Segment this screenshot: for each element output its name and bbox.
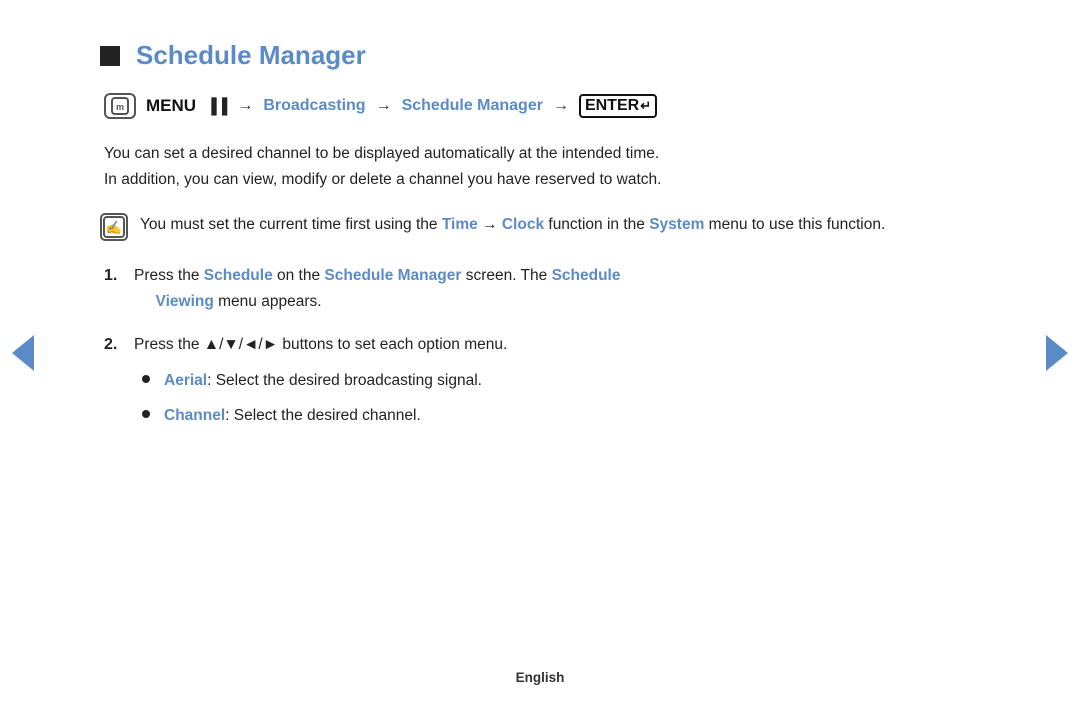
menu-icon: m (104, 93, 136, 119)
link-channel: Channel (164, 407, 225, 424)
breadcrumb-schedule-manager: Schedule Manager (402, 97, 543, 115)
title-icon (100, 46, 120, 66)
link-schedule: Schedule (204, 267, 273, 284)
note-icon: ✍ (100, 213, 128, 241)
step-1-content: Press the Schedule on the Schedule Manag… (134, 263, 1000, 314)
menu-symbol: ▐▐ (206, 98, 227, 115)
link-time: Time (442, 216, 478, 233)
step-1-number: 1. (104, 263, 134, 289)
enter-key: ENTER (579, 94, 657, 118)
bullet-aerial-text: Aerial: Select the desired broadcasting … (164, 368, 482, 394)
note-text: You must set the current time first usin… (140, 212, 885, 238)
bullet-dot-aerial (142, 375, 150, 383)
bullet-channel-text: Channel: Select the desired channel. (164, 403, 421, 429)
link-aerial: Aerial (164, 372, 207, 389)
svg-text:✍: ✍ (106, 220, 122, 235)
link-clock: Clock (502, 216, 544, 233)
title-row: Schedule Manager (100, 40, 1000, 71)
breadcrumb-broadcasting: Broadcasting (263, 97, 365, 115)
footer: English (0, 670, 1080, 685)
svg-text:m: m (116, 102, 124, 112)
description: You can set a desired channel to be disp… (100, 141, 1000, 192)
step-2-number: 2. (104, 332, 134, 358)
steps-list: 1. Press the Schedule on the Schedule Ma… (100, 263, 1000, 439)
menu-label: MENU (146, 96, 196, 116)
step-2: 2. Press the ▲/▼/◄/► buttons to set each… (104, 332, 1000, 439)
link-schedule-manager: Schedule Manager (324, 267, 461, 284)
bullet-aerial: Aerial: Select the desired broadcasting … (142, 368, 1000, 394)
page-title: Schedule Manager (136, 40, 366, 71)
arrow-1: → (237, 97, 253, 115)
step-2-content: Press the ▲/▼/◄/► buttons to set each op… (134, 332, 1000, 439)
bullet-channel: Channel: Select the desired channel. (142, 403, 1000, 429)
note-row: ✍ You must set the current time first us… (100, 212, 1000, 241)
step-1: 1. Press the Schedule on the Schedule Ma… (104, 263, 1000, 314)
arrow-3: → (553, 97, 569, 115)
bullet-dot-channel (142, 410, 150, 418)
menu-path: m MENU ▐▐ → Broadcasting → Schedule Mana… (100, 93, 1000, 119)
bullet-list: Aerial: Select the desired broadcasting … (134, 368, 1000, 429)
link-system: System (649, 216, 704, 233)
arrow-2: → (376, 97, 392, 115)
footer-language: English (516, 670, 565, 685)
